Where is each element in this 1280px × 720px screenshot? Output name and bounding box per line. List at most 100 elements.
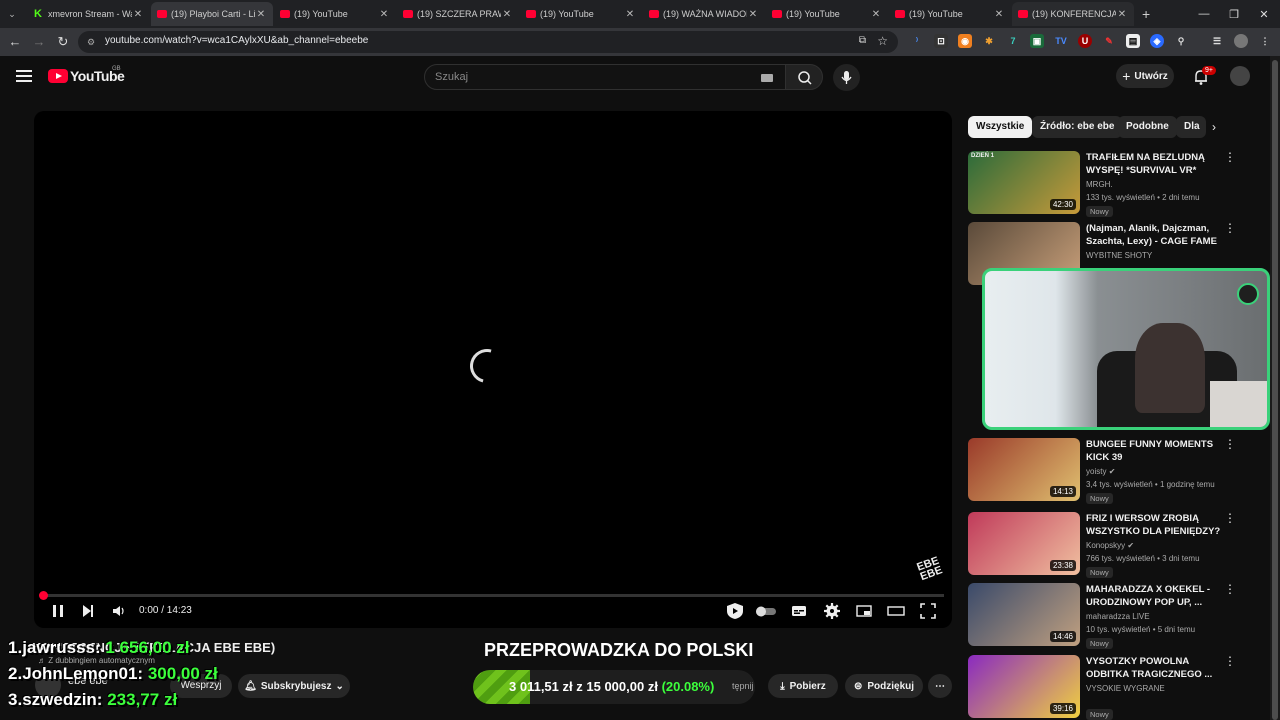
back-arrow-icon[interactable]: ← <box>6 33 24 51</box>
recommendation-item[interactable]: 14:46 MAHARADZZA X OKEKEL - URODZINOWY P… <box>968 583 1240 649</box>
extension-icon[interactable]: ⊡ <box>934 34 948 48</box>
extension-icon[interactable]: ◉ <box>958 34 972 48</box>
close-icon[interactable]: ✕ <box>1116 9 1128 20</box>
reading-list-icon[interactable]: ☰ <box>1210 34 1224 48</box>
close-icon[interactable]: ✕ <box>993 9 1005 20</box>
create-button[interactable]: + Utwórz <box>1116 64 1174 88</box>
volume-button[interactable] <box>111 602 127 620</box>
more-vertical-icon[interactable]: ⋮ <box>1224 655 1236 667</box>
extension-icon[interactable]: ✎ <box>1102 34 1116 48</box>
tab-search-button[interactable]: ⌄ <box>0 2 26 26</box>
close-icon[interactable]: ✕ <box>870 9 882 20</box>
next-button[interactable] <box>80 602 96 620</box>
extension-icon[interactable]: ⁾ <box>910 34 924 48</box>
keyboard-icon[interactable] <box>761 74 773 82</box>
fullscreen-button[interactable] <box>919 602 937 620</box>
reload-icon[interactable]: ↻ <box>54 33 72 51</box>
browser-tab[interactable]: (19) YouTube ✕ <box>766 2 888 26</box>
bookmark-star-icon[interactable]: ☆ <box>877 34 888 48</box>
more-vertical-icon[interactable]: ⋮ <box>1224 583 1236 595</box>
settings-button[interactable] <box>823 602 841 620</box>
page-scrollbar[interactable] <box>1270 56 1280 720</box>
download-button[interactable]: ⤓ Pobierz <box>768 674 838 698</box>
chevron-right-icon[interactable]: › <box>1212 120 1216 134</box>
browser-tab[interactable]: (19) YouTube ✕ <box>889 2 1011 26</box>
extension-icon[interactable]: TV <box>1054 34 1068 48</box>
restore-icon[interactable]: ❐ <box>1218 0 1250 28</box>
thanks-button[interactable]: ⊜ Podziękuj <box>845 674 923 698</box>
extension-icon[interactable]: ▣ <box>1030 34 1044 48</box>
rec-channel[interactable]: WYBITNE SHOTY <box>1086 251 1152 260</box>
browser-tab-active[interactable]: (19) Playboi Carti - Li ✕ <box>151 2 273 26</box>
autoplay-toggle[interactable] <box>754 602 778 620</box>
video-thumbnail[interactable]: 14:46 <box>968 583 1080 646</box>
chip-related[interactable]: Podobne <box>1118 116 1177 138</box>
extension-icon[interactable]: 7 <box>1006 34 1020 48</box>
rec-channel[interactable]: Konopskyy ✔ <box>1086 541 1134 550</box>
close-icon[interactable]: ✕ <box>132 9 144 20</box>
scrubber-handle[interactable] <box>39 591 48 600</box>
rec-title[interactable]: VYSOTZKY POWOLNA ODBITKA TRAGICZNEGO ... <box>1086 655 1222 681</box>
rec-channel[interactable]: yoisty ✔ <box>1086 467 1115 476</box>
browser-tab[interactable]: (19) YouTube ✕ <box>520 2 642 26</box>
extension-icon[interactable]: ▤ <box>1126 34 1140 48</box>
more-vertical-icon[interactable]: ⋮ <box>1224 151 1236 163</box>
window-close-icon[interactable]: ✕ <box>1248 0 1280 28</box>
close-icon[interactable]: ✕ <box>501 9 513 20</box>
more-vertical-icon[interactable]: ⋮ <box>1224 438 1236 450</box>
close-icon[interactable]: ✕ <box>378 9 390 20</box>
minimize-icon[interactable]: — <box>1188 0 1220 28</box>
account-avatar[interactable] <box>1230 66 1250 86</box>
rec-title[interactable]: BUNGEE FUNNY MOMENTS KICK 39 <box>1086 438 1222 464</box>
more-actions-button[interactable]: ⋯ <box>928 674 952 698</box>
miniplayer-button[interactable] <box>855 602 873 620</box>
browser-tab[interactable]: (19) SZCZERA PRAWD ✕ <box>397 2 519 26</box>
close-icon[interactable]: ✕ <box>624 9 636 20</box>
site-info-icon[interactable]: ⚙ <box>87 37 97 47</box>
chip-source[interactable]: Źródło: ebe ebe <box>1032 116 1123 138</box>
browser-tab[interactable]: (19) YouTube ✕ <box>274 2 396 26</box>
extension-icon[interactable]: ✱ <box>982 34 996 48</box>
recommendation-item[interactable]: 14:13 BUNGEE FUNNY MOMENTS KICK 39 yoist… <box>968 438 1240 504</box>
subscribed-button[interactable]: 🔔︎ Subskrybujesz ⌄ <box>238 674 350 698</box>
theater-mode-button[interactable] <box>887 602 905 620</box>
rec-title[interactable]: MAHARADZZA X OKEKEL - URODZINOWY POP UP,… <box>1086 583 1222 609</box>
video-player[interactable]: EBE EBE 0:00 / 14:23 <box>34 111 952 628</box>
chip-for-you[interactable]: Dla <box>1176 116 1206 138</box>
progress-bar[interactable] <box>39 591 944 600</box>
rec-title[interactable]: FRIZ I WERSOW ZROBIĄ WSZYSTKO DLA PIENIĘ… <box>1086 512 1222 539</box>
profile-avatar-icon[interactable] <box>1234 34 1248 48</box>
browser-tab[interactable]: (19) WAŻNA WIADOM ✕ <box>643 2 765 26</box>
chip-all[interactable]: Wszystkie <box>968 116 1033 138</box>
install-icon[interactable]: ⧉ <box>859 35 866 46</box>
voice-search-button[interactable] <box>833 64 860 91</box>
video-thumbnail[interactable]: DZIEŃ 1 42:30 <box>968 151 1080 214</box>
new-tab-button[interactable]: + <box>1136 2 1156 26</box>
rec-channel[interactable]: MRGH. <box>1086 180 1113 189</box>
close-icon[interactable]: ✕ <box>255 9 267 20</box>
youtube-logo[interactable]: YouTube GB <box>48 66 125 84</box>
search-button[interactable] <box>785 64 823 90</box>
rec-title[interactable]: TRAFIŁEM NA BEZLUDNĄ WYSPĘ! *SURVIVAL VR… <box>1086 151 1222 177</box>
extension-icon[interactable]: ◈ <box>1150 34 1164 48</box>
browser-menu-icon[interactable]: ⋮ <box>1258 34 1272 48</box>
sponsor-block-button[interactable] <box>724 602 746 620</box>
more-vertical-icon[interactable]: ⋮ <box>1224 512 1236 524</box>
rec-channel[interactable]: VYSOKIE WYGRANE <box>1086 684 1165 693</box>
omnibox[interactable]: ⚙ youtube.com/watch?v=wca1CAylxXU&ab_cha… <box>78 31 898 53</box>
video-thumbnail[interactable]: 14:13 <box>968 438 1080 501</box>
extensions-puzzle-icon[interactable]: ⚲ <box>1174 34 1188 48</box>
recommendation-item[interactable]: DZIEŃ 1 42:30 TRAFIŁEM NA BEZLUDNĄ WYSPĘ!… <box>968 151 1240 217</box>
ublock-icon[interactable]: U <box>1078 34 1092 48</box>
rec-title[interactable]: (Najman, Alanik, Dajczman, Szachta, Lexy… <box>1086 222 1222 249</box>
url-text[interactable]: youtube.com/watch?v=wca1CAylxXU&ab_chann… <box>105 35 368 46</box>
search-box[interactable]: Szukaj <box>424 64 786 90</box>
video-thumbnail[interactable]: 23:38 <box>968 512 1080 575</box>
scrollbar-thumb[interactable] <box>1272 60 1278 720</box>
more-vertical-icon[interactable]: ⋮ <box>1224 222 1236 234</box>
rec-channel[interactable]: maharadzza LIVE <box>1086 612 1150 621</box>
menu-hamburger-icon[interactable] <box>16 70 32 82</box>
recommendation-item[interactable]: 23:38 FRIZ I WERSOW ZROBIĄ WSZYSTKO DLA … <box>968 512 1240 578</box>
close-icon[interactable]: ✕ <box>747 9 759 20</box>
share-button[interactable]: tępnij <box>732 681 754 691</box>
